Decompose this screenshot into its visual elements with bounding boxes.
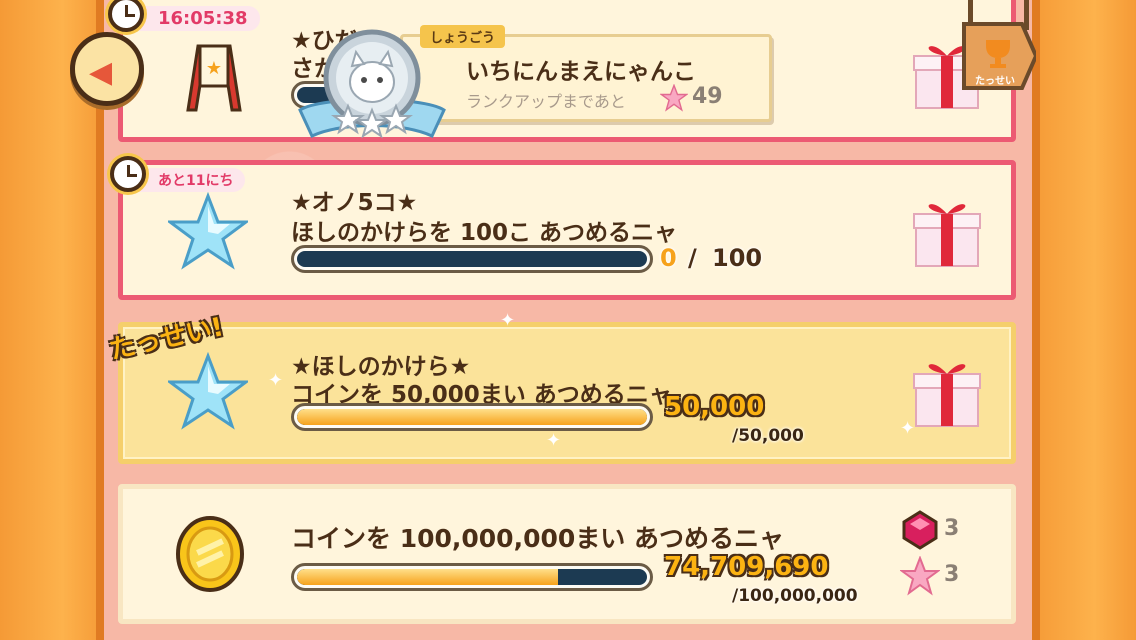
rank-remaining: 49	[692, 84, 723, 109]
pink-star-icon	[900, 556, 940, 596]
mission-card-2[interactable]: ★オノ5コ★ ほしのかけらを 100こ あつめるニャ	[118, 160, 1016, 300]
achievement-sign-label: たっせい	[975, 76, 1015, 87]
easel-icon: ★	[186, 44, 242, 112]
rank-name: いちにんまえにゃんこ	[466, 59, 696, 85]
clock-icon	[110, 156, 146, 192]
progress-goal: 100	[712, 244, 763, 272]
mission-card-4[interactable]: コインを 100,000,000まい あつめるニャ	[118, 484, 1016, 624]
mission-title: ★オノ5コ★	[291, 190, 418, 216]
progress-goal: /50,000	[732, 426, 804, 446]
gold-coin-icon	[176, 516, 244, 592]
pink-star-icon	[660, 84, 688, 112]
mission-desc: ほしのかけらを 100こ あつめるニャ	[291, 220, 678, 246]
mission-desc: コインを 100,000,000まい あつめるニャ	[291, 524, 784, 553]
star-shard-icon	[168, 192, 248, 270]
progress-bar	[291, 245, 653, 273]
sparkle-icon: ✦	[268, 370, 284, 391]
back-button[interactable]: ◀	[70, 32, 144, 106]
progress-current: 50,000	[664, 392, 765, 422]
progress-bar	[291, 563, 653, 591]
sparkle-icon: ✦	[546, 430, 562, 451]
rank-label: しょうごう	[420, 25, 506, 48]
svg-text:★: ★	[206, 58, 222, 79]
progress-current: 74,709,690	[664, 552, 829, 582]
gift-icon[interactable]	[910, 352, 984, 430]
star-shard-icon	[168, 352, 248, 430]
progress-fill	[297, 409, 647, 425]
gift-icon[interactable]	[910, 192, 984, 270]
progress-goal: /100,000,000	[732, 586, 858, 606]
ruby-gem-icon	[902, 510, 938, 550]
progress-fill	[297, 569, 559, 585]
sparkle-icon: ✦	[500, 310, 516, 331]
progress-bar	[291, 403, 653, 431]
progress-separator: /	[688, 244, 697, 272]
reward-amount: 3	[944, 516, 960, 541]
reward-amount: 3	[944, 562, 960, 587]
rank-up-hint: ランクアップまであと	[466, 92, 626, 111]
mission-card-3[interactable]: ★ほしのかけら★ コインを 50,000まい あつめるニャ	[118, 322, 1016, 464]
back-arrow-icon: ◀	[89, 55, 113, 90]
progress-current: 0	[660, 244, 677, 272]
sparkle-icon: ✦	[900, 418, 916, 439]
right-frame	[1032, 0, 1136, 640]
